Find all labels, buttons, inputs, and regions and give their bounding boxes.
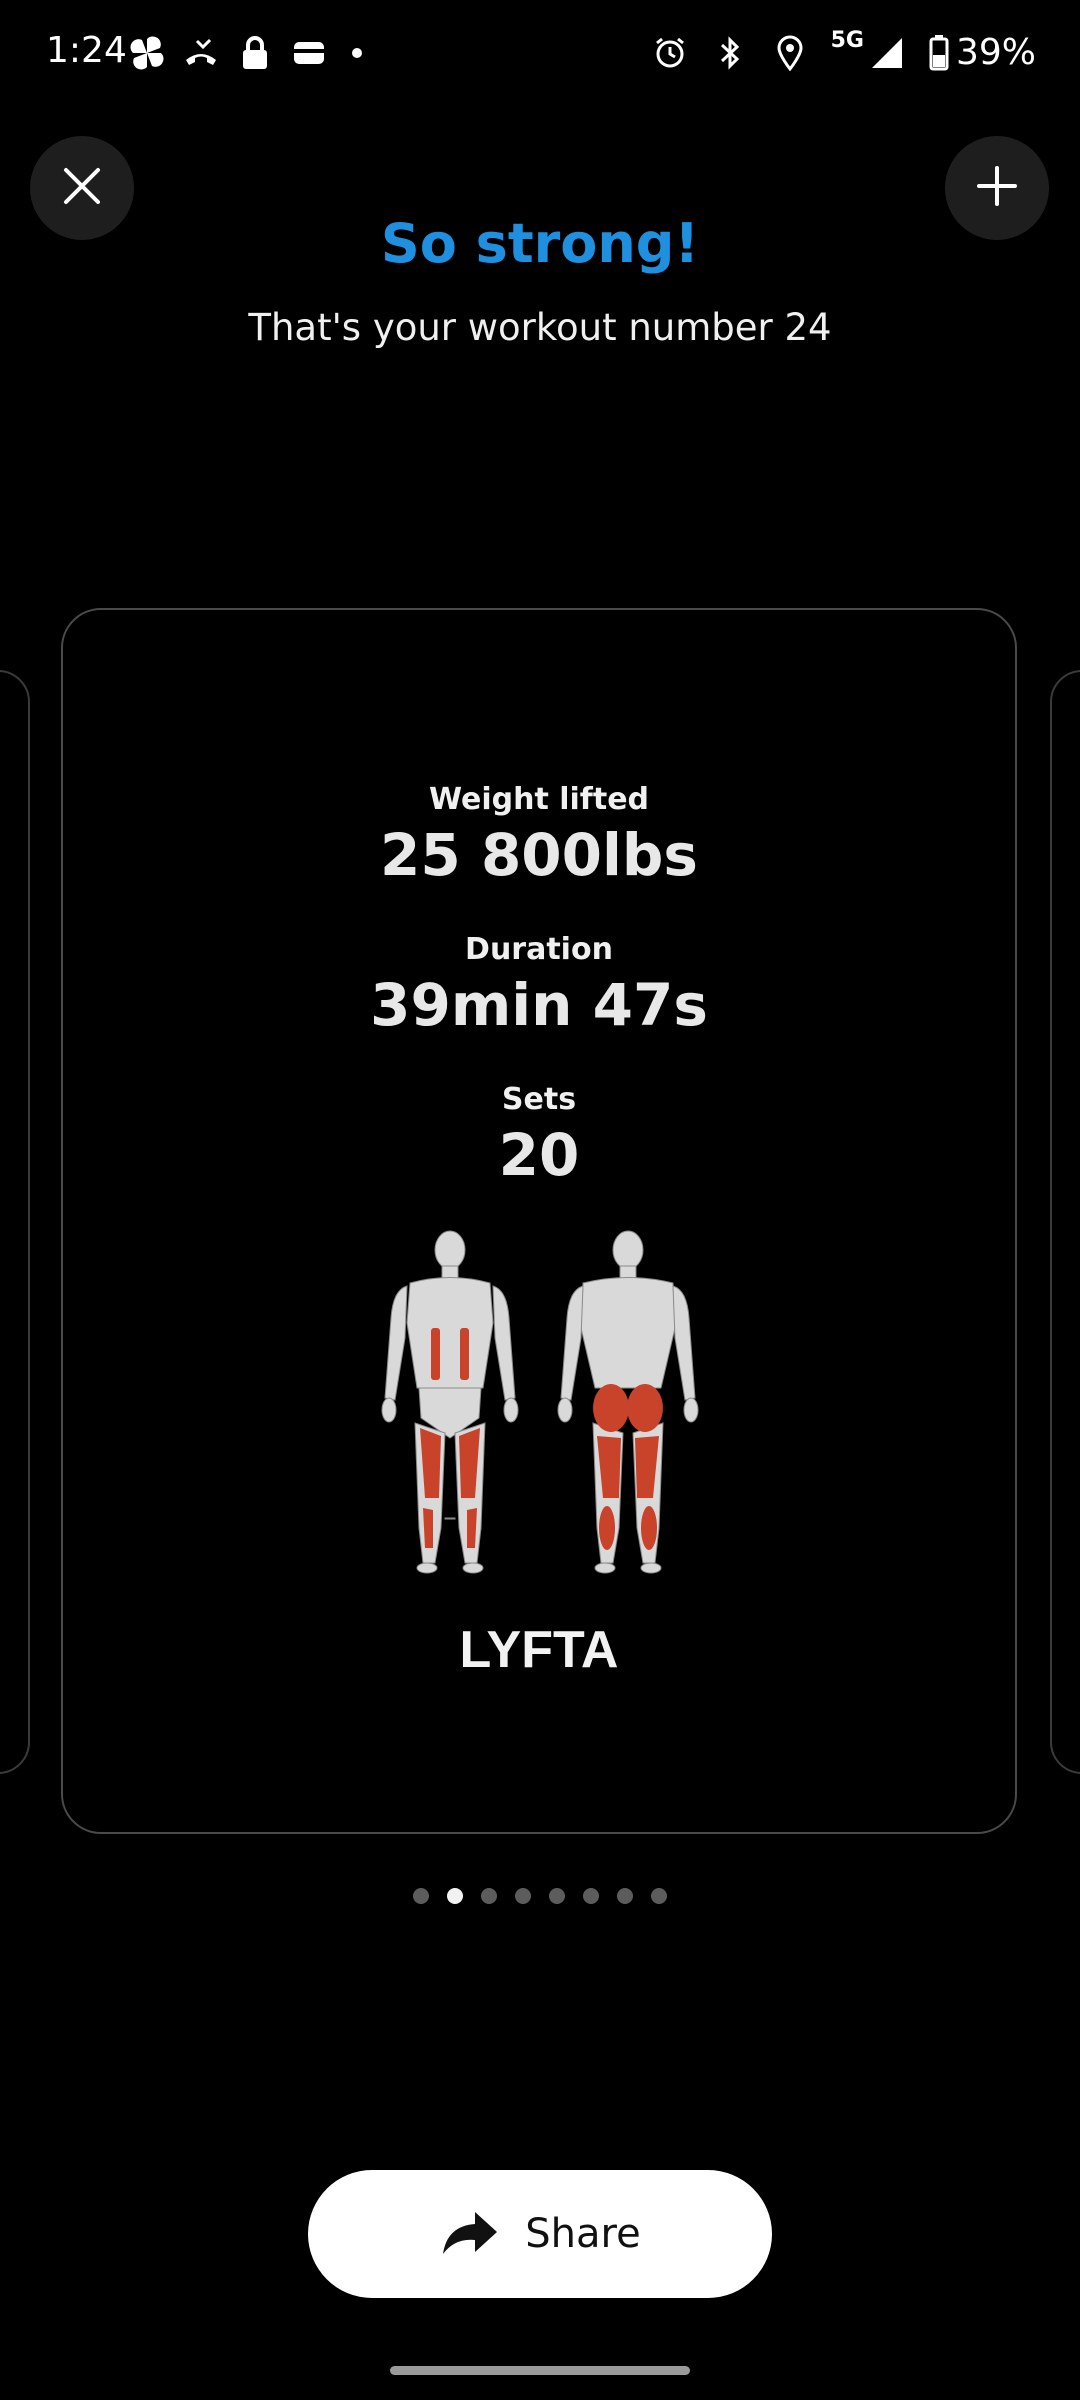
share-button[interactable]: Share xyxy=(308,2170,772,2298)
brand-logo-text: LYFTA xyxy=(459,1621,619,1679)
status-right-icons: 5G 39% xyxy=(651,28,1036,73)
plus-icon xyxy=(976,165,1018,211)
stat-value: 39min 47s xyxy=(370,971,708,1039)
bluetooth-icon xyxy=(711,34,749,72)
previous-card-peek[interactable] xyxy=(0,670,30,1774)
muscle-map xyxy=(63,1228,1015,1588)
stat-label: Duration xyxy=(465,932,613,967)
page-dot[interactable] xyxy=(651,1888,667,1904)
network-type-label: 5G xyxy=(830,28,864,53)
body-front-figure xyxy=(381,1230,519,1574)
page-dot-active[interactable] xyxy=(447,1888,463,1904)
page-dot[interactable] xyxy=(413,1888,429,1904)
lock-icon xyxy=(236,34,274,72)
next-card-peek[interactable] xyxy=(1050,670,1080,1774)
stat-weight-lifted: Weight lifted 25 800lbs xyxy=(63,782,1015,889)
body-back-figure xyxy=(557,1230,699,1574)
workout-stats-card[interactable]: Weight lifted 25 800lbs Duration 39min 4… xyxy=(61,608,1017,1834)
alarm-icon xyxy=(651,34,689,72)
page-subtitle: That's your workout number 24 xyxy=(248,306,832,349)
pinwheel-icon xyxy=(128,34,166,72)
notification-dot-icon xyxy=(352,48,362,58)
page-dot[interactable] xyxy=(481,1888,497,1904)
share-label: Share xyxy=(525,2211,641,2257)
stat-label: Sets xyxy=(501,1082,577,1117)
page-title: So strong! xyxy=(380,212,700,275)
share-arrow-icon xyxy=(439,2208,499,2260)
page-dot[interactable] xyxy=(617,1888,633,1904)
close-icon xyxy=(62,166,102,210)
page-dot[interactable] xyxy=(549,1888,565,1904)
workout-summary-screen: 1:24 5G 39% So strong! That's your worko… xyxy=(0,0,1080,2400)
signal-icon xyxy=(868,34,906,72)
battery-percent: 39% xyxy=(955,32,1036,73)
stat-label: Weight lifted xyxy=(428,782,650,817)
stat-sets: Sets 20 xyxy=(63,1082,1015,1189)
status-left-icons xyxy=(128,34,362,72)
battery-icon xyxy=(928,34,950,72)
status-time: 1:24 xyxy=(46,30,127,71)
page-dot[interactable] xyxy=(515,1888,531,1904)
stat-value: 20 xyxy=(498,1121,580,1189)
wallet-icon xyxy=(290,34,328,72)
stat-value: 25 800lbs xyxy=(380,821,698,889)
page-dot[interactable] xyxy=(583,1888,599,1904)
missed-call-icon xyxy=(182,34,220,72)
location-icon xyxy=(771,34,809,72)
status-bar: 1:24 5G 39% xyxy=(0,0,1080,100)
home-indicator[interactable] xyxy=(390,2366,690,2375)
carousel-pagination xyxy=(0,1888,1080,1904)
stat-duration: Duration 39min 47s xyxy=(63,932,1015,1039)
